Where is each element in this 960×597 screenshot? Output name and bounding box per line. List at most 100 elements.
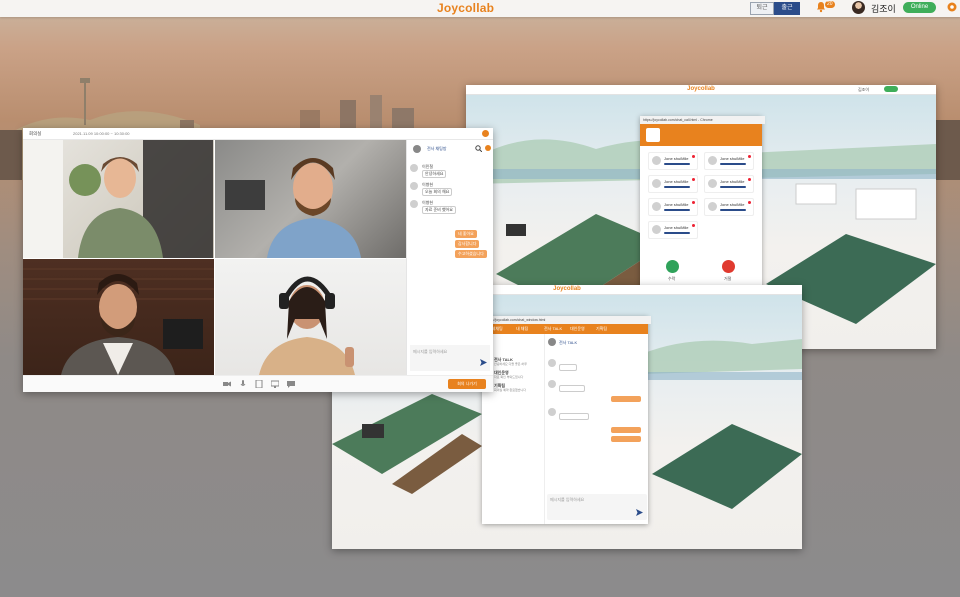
participant-status-bar xyxy=(720,163,746,165)
participant-man-plaid xyxy=(23,268,214,375)
participant-status-bar xyxy=(664,209,690,211)
room-preview: 회의실 예약 완료했습니다 xyxy=(494,388,527,392)
mute-indicator xyxy=(692,224,695,227)
close-icon[interactable] xyxy=(482,130,489,137)
room-preview: 자료 확인 부탁드립니다 xyxy=(494,375,524,379)
office-status-badge[interactable] xyxy=(884,86,898,92)
accept-label: 수락 xyxy=(668,276,676,281)
meeting-datetime: 2021.11.09 10:00:00 ~ 10:30:00 xyxy=(73,131,130,136)
user-name: 김조이 xyxy=(871,4,896,14)
participant-status-bar xyxy=(720,209,746,211)
meeting-composer-placeholder: 메시지를 입력하세요 xyxy=(413,349,448,354)
my-message-bubble: 수고하셨습니다 xyxy=(455,250,487,258)
status-badge[interactable]: Online xyxy=(903,2,936,13)
decline-call-button[interactable] xyxy=(722,260,735,273)
participant-avatar xyxy=(708,179,717,188)
room-preview: 안녕하세요 다들 좋은 하루 xyxy=(494,362,527,366)
send-icon[interactable] xyxy=(480,359,487,366)
participant-avatar xyxy=(708,156,717,165)
participant-avatar xyxy=(708,202,717,211)
my-message-bubble xyxy=(611,396,641,402)
mute-indicator xyxy=(692,155,695,158)
message-text: 안녕하세요 xyxy=(422,170,447,178)
camera-icon[interactable] xyxy=(223,380,231,388)
chat-room-avatar xyxy=(413,145,421,153)
participant-avatar xyxy=(652,179,661,188)
mute-indicator xyxy=(748,178,751,181)
msg-avatar xyxy=(548,408,556,416)
chat-icon[interactable] xyxy=(287,380,295,388)
video-tile-3[interactable] xyxy=(23,259,214,375)
message-bubble xyxy=(559,385,585,392)
participant-card[interactable]: Jone shuiMile xyxy=(648,198,698,216)
bottom-logo[interactable]: Joycollab xyxy=(553,286,581,292)
message-avatar xyxy=(410,182,418,190)
call-popup-title: https://joycollab.com/chat_call.html - C… xyxy=(640,116,765,124)
video-tile-4[interactable] xyxy=(215,259,406,375)
leave-meeting-button[interactable]: 회의 나가기 xyxy=(448,379,486,389)
mute-indicator xyxy=(748,155,751,158)
call-header xyxy=(640,124,762,146)
my-message-bubble: 감사합니다 xyxy=(455,240,480,248)
video-tile-2[interactable] xyxy=(215,140,406,258)
chat-tab[interactable]: 기획팀 xyxy=(596,326,607,332)
message-bubble xyxy=(559,364,577,371)
participant-name: Jone shuiMile xyxy=(720,179,745,184)
chat-tab[interactable]: 대인운영 xyxy=(570,326,585,332)
decline-label: 거절 xyxy=(724,276,732,281)
meeting-title: 회의실 xyxy=(29,131,42,136)
video-meeting-window: 회의실 2021.11.09 10:00:00 ~ 10:30:00 회의 나가… xyxy=(23,128,493,392)
checkin-toggle[interactable]: 출근 xyxy=(774,2,800,15)
participant-card[interactable]: Jone shuiMile xyxy=(648,175,698,193)
user-avatar[interactable] xyxy=(852,1,865,14)
microphone-icon[interactable] xyxy=(239,380,247,388)
participant-avatar xyxy=(652,225,661,234)
list-tab[interactable]: 내 채팅 xyxy=(516,326,528,332)
checkout-toggle[interactable]: 퇴근 xyxy=(750,2,774,15)
message-bubble xyxy=(559,413,589,420)
participant-status-bar xyxy=(664,186,690,188)
participant-card[interactable]: Jone shuiMile xyxy=(704,152,754,170)
chat-popup-url: https://joycollab.com/chat_window.html xyxy=(482,316,651,324)
screen-share-icon[interactable] xyxy=(271,380,279,388)
room-title: 전사 TALK xyxy=(559,340,578,345)
participant-status-bar xyxy=(664,232,690,234)
office-logo[interactable]: Joycollab xyxy=(687,86,715,92)
document-icon[interactable] xyxy=(255,380,263,388)
message-text: 오늘 회의 해요 xyxy=(422,188,453,196)
participant-name: Jone shuiMile xyxy=(720,202,745,207)
send-icon[interactable] xyxy=(636,509,643,516)
call-popup: https://joycollab.com/chat_call.html - C… xyxy=(640,116,765,288)
gear-icon[interactable] xyxy=(946,1,958,13)
accept-call-button[interactable] xyxy=(666,260,679,273)
msg-avatar xyxy=(548,380,556,388)
room-avatar xyxy=(548,338,556,346)
search-icon[interactable] xyxy=(475,145,482,152)
meeting-composer[interactable]: 메시지를 입력하세요 xyxy=(410,345,490,371)
participant-status-bar xyxy=(720,186,746,188)
chat-tab[interactable]: 전사 TALK xyxy=(544,326,562,332)
app-logo[interactable]: Joycollab xyxy=(437,1,494,15)
participant-card[interactable]: Jone shuiMile xyxy=(648,221,698,239)
message-avatar xyxy=(410,164,418,172)
participant-card[interactable]: Jone shuiMile xyxy=(704,175,754,193)
chat-composer[interactable]: 메시지를 입력하세요 xyxy=(547,494,647,520)
my-message-bubble xyxy=(611,436,641,442)
participant-card[interactable]: Jone shuiMile xyxy=(704,198,754,216)
message-avatar xyxy=(410,200,418,208)
chat-header: 전사 채팅방 xyxy=(427,146,447,151)
participant-avatar xyxy=(652,156,661,165)
message-text: 자료 준비 했어요 xyxy=(422,206,456,214)
notification-badge: 20 xyxy=(825,1,835,8)
participant-name: Jone shuiMile xyxy=(664,225,689,230)
participant-name: Jone shuiMile xyxy=(720,156,745,161)
composer-placeholder: 메시지를 입력하세요 xyxy=(550,497,585,502)
participant-name: Jone shuiMile xyxy=(664,202,689,207)
participant-card[interactable]: Jone shuiMile xyxy=(648,152,698,170)
participant-name: Jone shuiMile xyxy=(664,156,689,161)
settings-icon[interactable] xyxy=(485,145,491,151)
participant-woman-headphones xyxy=(259,276,355,375)
participant-woman-glasses xyxy=(23,140,213,258)
participant-man-beard xyxy=(225,158,361,258)
video-tile-1[interactable] xyxy=(23,140,214,258)
